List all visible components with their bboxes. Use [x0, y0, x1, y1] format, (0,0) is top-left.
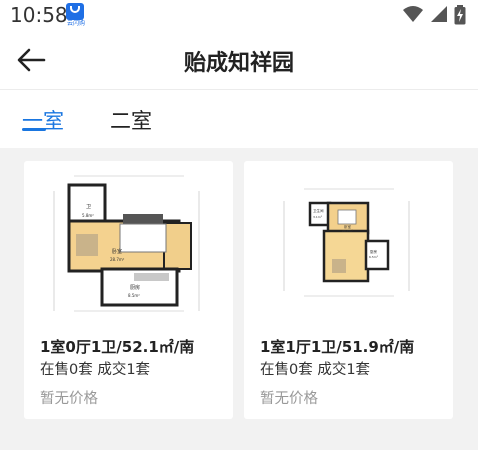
card-sales-info: 在售0套 成交1套 — [40, 362, 151, 378]
plan-room-label: 厨房 — [370, 249, 378, 254]
plan-room-label: 卫 — [86, 204, 91, 210]
plan-room-label: 厨房 — [130, 284, 140, 291]
card-title: 1室0厅1卫/52.1㎡/南 — [40, 338, 195, 356]
active-tab-indicator — [22, 128, 46, 131]
floor-plan-image: 卫 5.8m² 卧室 28.7m² 厨房 8.5m² — [53, 175, 200, 312]
plan-area-label: 6.5m² — [369, 255, 379, 259]
battery-charging-icon — [454, 5, 466, 25]
card-price: 暂无价格 — [260, 391, 318, 407]
plan-area-label: 3.1m² — [313, 215, 323, 219]
app-notification-label: 云闪购 — [67, 20, 86, 27]
floor-plan-card[interactable]: 卫 5.8m² 卧室 28.7m² 厨房 8.5m² 1室0厅1卫/52.1㎡/… — [24, 161, 233, 419]
floor-plan-card[interactable]: 卫生间 3.1m² 卧室 20.7m² 厨房 6.5m² 1室1厅1卫/51.9… — [244, 161, 453, 419]
plan-area-label: 28.7m² — [110, 257, 125, 262]
card-price: 暂无价格 — [40, 391, 98, 407]
floor-plan-image: 卫生间 3.1m² 卧室 20.7m² 厨房 6.5m² — [283, 188, 410, 297]
card-sales-info: 在售0套 成交1套 — [260, 362, 371, 378]
card-title: 1室1厅1卫/51.9㎡/南 — [260, 338, 415, 356]
signal-icon — [430, 6, 447, 22]
status-bar: 10:58 云闪购 — [0, 0, 478, 30]
room-type-tabs: 一室 二室 — [0, 90, 478, 148]
plan-room-label: 卫生间 — [313, 208, 324, 213]
page-title: 贻成知祥园 — [183, 51, 294, 76]
wifi-icon — [402, 6, 423, 22]
floor-plan-list: 卫 5.8m² 卧室 28.7m² 厨房 8.5m² 1室0厅1卫/52.1㎡/… — [0, 148, 478, 450]
status-icons — [402, 5, 466, 25]
plan-area-label: 8.5m² — [128, 293, 140, 298]
app-header: 贻成知祥园 — [0, 30, 478, 90]
tab-two-room[interactable]: 二室 — [110, 105, 152, 135]
plan-room-label: 卧室 — [112, 248, 122, 255]
status-time: 10:58 — [10, 3, 68, 27]
plan-area-label: 5.8m² — [82, 213, 94, 218]
plan-area-label: 20.7m² — [342, 229, 354, 233]
